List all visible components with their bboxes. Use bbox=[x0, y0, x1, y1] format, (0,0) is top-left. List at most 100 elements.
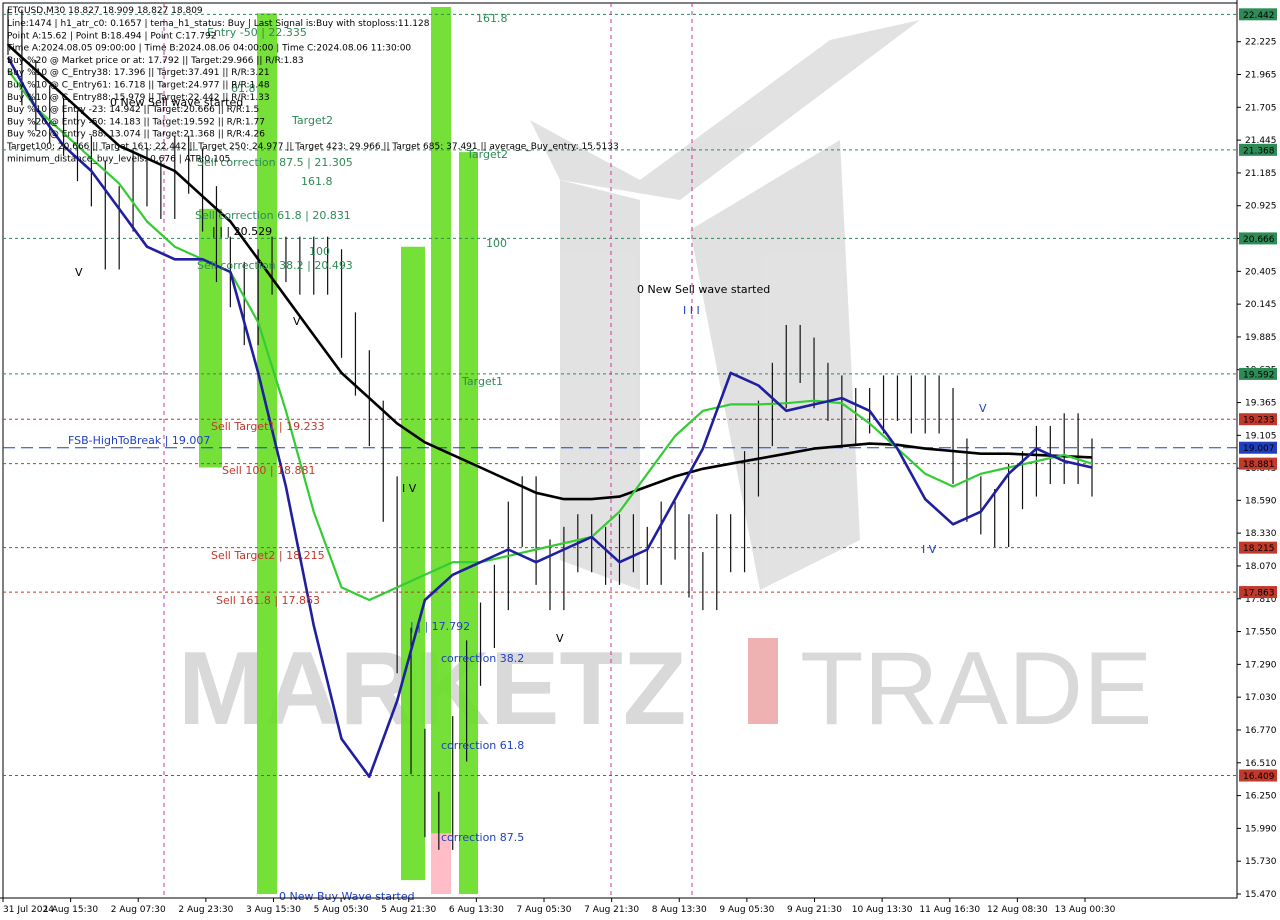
info-line-9: Buy %20 @ Entry -88: 13.074 || Target:21… bbox=[7, 130, 265, 140]
y-tick-label: 16.510 bbox=[1245, 759, 1277, 769]
annotation-17: Sell 100 | 18.881 bbox=[222, 464, 316, 477]
green-zone-e bbox=[459, 152, 478, 894]
info-line-11: minimum_distance_buy_levels: 0.676 | ATR… bbox=[7, 154, 230, 164]
price-tag: 19.592 bbox=[1239, 367, 1277, 380]
annotation-5: Sell correction 61.8 | 20.831 bbox=[195, 209, 351, 222]
x-tick-label: 10 Aug 13:30 bbox=[852, 905, 913, 915]
y-tick-label: 17.290 bbox=[1245, 660, 1277, 670]
annotation-2: Target2 bbox=[291, 114, 333, 127]
annotation-8: Sell correction 38.2 | 20.493 bbox=[197, 259, 353, 272]
price-tag: 20.666 bbox=[1239, 232, 1277, 245]
watermark-right: TRADE bbox=[800, 631, 1152, 747]
info-line-2: Time A:2024.08.05 09:00:00 | Time B:2024… bbox=[6, 44, 411, 54]
y-tick-label: 21.965 bbox=[1245, 71, 1277, 81]
y-tick-label: 18.590 bbox=[1245, 496, 1277, 506]
y-tick-label: 19.885 bbox=[1245, 333, 1277, 343]
annotation-27: I I I bbox=[683, 304, 700, 317]
info-line-6: Buy %10 @ C_Entry88: 15.979 || Target:22… bbox=[7, 93, 270, 103]
price-tag-label: 19.007 bbox=[1243, 444, 1275, 454]
annotation-18: Sell Target2 | 18.215 bbox=[211, 549, 325, 562]
info-line-8: Buy %20 @ Entry -50: 14.183 || Target:19… bbox=[7, 117, 265, 127]
x-tick-label: 9 Aug 05:30 bbox=[719, 905, 774, 915]
x-tick-label: 1 Aug 15:30 bbox=[43, 905, 98, 915]
annotation-23: correction 87.5 bbox=[441, 831, 524, 844]
y-tick-label: 18.070 bbox=[1245, 562, 1277, 572]
annotation-7: 100 bbox=[309, 245, 330, 258]
y-tick-label: 20.145 bbox=[1245, 300, 1277, 310]
price-chart[interactable]: MARKETZ TRADE 161.8Entry -50 | 22.335Tar… bbox=[0, 0, 1280, 920]
annotation-15: Sell Target1 | 19.233 bbox=[211, 420, 325, 433]
price-tag-label: 21.368 bbox=[1243, 146, 1275, 156]
y-tick-label: 21.185 bbox=[1245, 169, 1277, 179]
info-line-3: Buy %20 @ Market price or at: 17.792 || … bbox=[7, 56, 304, 66]
price-tag-label: 18.881 bbox=[1243, 460, 1275, 470]
annotation-12: Target1 bbox=[461, 375, 503, 388]
price-tag: 19.007 bbox=[1239, 441, 1277, 454]
annotation-11: 100 bbox=[486, 237, 507, 250]
price-tag: 18.215 bbox=[1239, 541, 1277, 554]
info-line-0: Line:1474 | h1_atr_c0: 0.1657 | tema_h1_… bbox=[7, 19, 430, 29]
x-tick-label: 2 Aug 07:30 bbox=[111, 905, 166, 915]
price-tag-label: 17.863 bbox=[1243, 589, 1275, 599]
y-tick-label: 17.030 bbox=[1245, 693, 1277, 703]
x-tick-label: 13 Aug 00:30 bbox=[1055, 905, 1116, 915]
annotation-29: I V bbox=[922, 543, 937, 556]
green-zone-d bbox=[431, 7, 451, 834]
y-tick-label: 16.250 bbox=[1245, 792, 1277, 802]
y-tick-label: 17.550 bbox=[1245, 628, 1277, 638]
annotation-26: V bbox=[75, 266, 83, 279]
y-tick-label: 20.925 bbox=[1245, 202, 1277, 212]
info-line-5: Buy %10 @ C_Entry61: 16.718 || Target:24… bbox=[7, 81, 270, 91]
annotation-30: V bbox=[556, 632, 564, 645]
x-tick-label: 2 Aug 23:30 bbox=[178, 905, 233, 915]
price-tag-label: 19.233 bbox=[1243, 416, 1275, 426]
x-tick-label: 3 Aug 15:30 bbox=[246, 905, 301, 915]
price-tag: 21.368 bbox=[1239, 143, 1277, 156]
annotation-0: 161.8 bbox=[476, 12, 508, 25]
x-tick-label: 5 Aug 21:30 bbox=[381, 905, 436, 915]
info-line-4: Buy %10 @ C_Entry38: 17.396 || Target:37… bbox=[7, 68, 270, 78]
price-tag: 17.863 bbox=[1239, 586, 1277, 599]
annotation-19: Sell 161.8 | 17.863 bbox=[216, 594, 320, 607]
annotation-9: 161.8 bbox=[301, 175, 333, 188]
annotation-22: correction 61.8 bbox=[441, 739, 524, 752]
price-tag-label: 19.592 bbox=[1243, 370, 1275, 380]
y-tick-label: 19.365 bbox=[1245, 399, 1277, 409]
price-tag-label: 22.442 bbox=[1243, 11, 1275, 21]
price-tag: 16.409 bbox=[1239, 769, 1277, 782]
symbol-title: ETCUSD,M30 18.827 18.909 18.827 18.809 bbox=[7, 6, 203, 16]
annotation-16: FSB-HighToBreak | 19.007 bbox=[68, 434, 210, 447]
price-tag-label: 18.215 bbox=[1243, 544, 1275, 554]
y-tick-label: 22.225 bbox=[1245, 38, 1277, 48]
annotation-31: V bbox=[293, 315, 301, 328]
y-tick-label: 15.470 bbox=[1245, 890, 1277, 900]
annotation-25: I V bbox=[402, 482, 417, 495]
x-tick-label: 7 Aug 21:30 bbox=[584, 905, 639, 915]
annotation-21: correction 38.2 bbox=[441, 652, 524, 665]
watermark-divider bbox=[748, 638, 778, 724]
x-tick-label: 7 Aug 05:30 bbox=[517, 905, 572, 915]
annotation-28: V bbox=[979, 402, 987, 415]
price-tag: 22.442 bbox=[1239, 8, 1277, 21]
annotation-6: | | | 20.529 bbox=[212, 225, 272, 238]
x-tick-label: 6 Aug 13:30 bbox=[449, 905, 504, 915]
price-tag: 18.881 bbox=[1239, 457, 1277, 470]
annotation-24: 0 New Buy Wave started bbox=[279, 890, 415, 903]
annotation-13: 0 New Sell wave started bbox=[637, 283, 770, 296]
y-tick-label: 15.990 bbox=[1245, 824, 1277, 834]
y-tick-label: 15.730 bbox=[1245, 857, 1277, 867]
info-line-10: Target100: 20.666 || Target 161: 22.442 … bbox=[6, 142, 619, 152]
price-tag-label: 16.409 bbox=[1243, 772, 1275, 782]
green-zone-c bbox=[401, 246, 425, 881]
price-tag-label: 20.666 bbox=[1243, 235, 1275, 245]
x-tick-label: 8 Aug 13:30 bbox=[652, 905, 707, 915]
y-tick-label: 18.330 bbox=[1245, 529, 1277, 539]
x-tick-label: 11 Aug 16:30 bbox=[919, 905, 980, 915]
info-line-7: Buy %10 @ Entry -23: 14.942 || Target:20… bbox=[7, 105, 259, 115]
y-tick-label: 16.770 bbox=[1245, 726, 1277, 736]
chart-window: MARKETZ TRADE 161.8Entry -50 | 22.335Tar… bbox=[0, 0, 1280, 920]
x-tick-label: 12 Aug 08:30 bbox=[987, 905, 1048, 915]
y-tick-label: 20.405 bbox=[1245, 267, 1277, 277]
y-tick-label: 21.705 bbox=[1245, 103, 1277, 113]
price-tag: 19.233 bbox=[1239, 413, 1277, 426]
